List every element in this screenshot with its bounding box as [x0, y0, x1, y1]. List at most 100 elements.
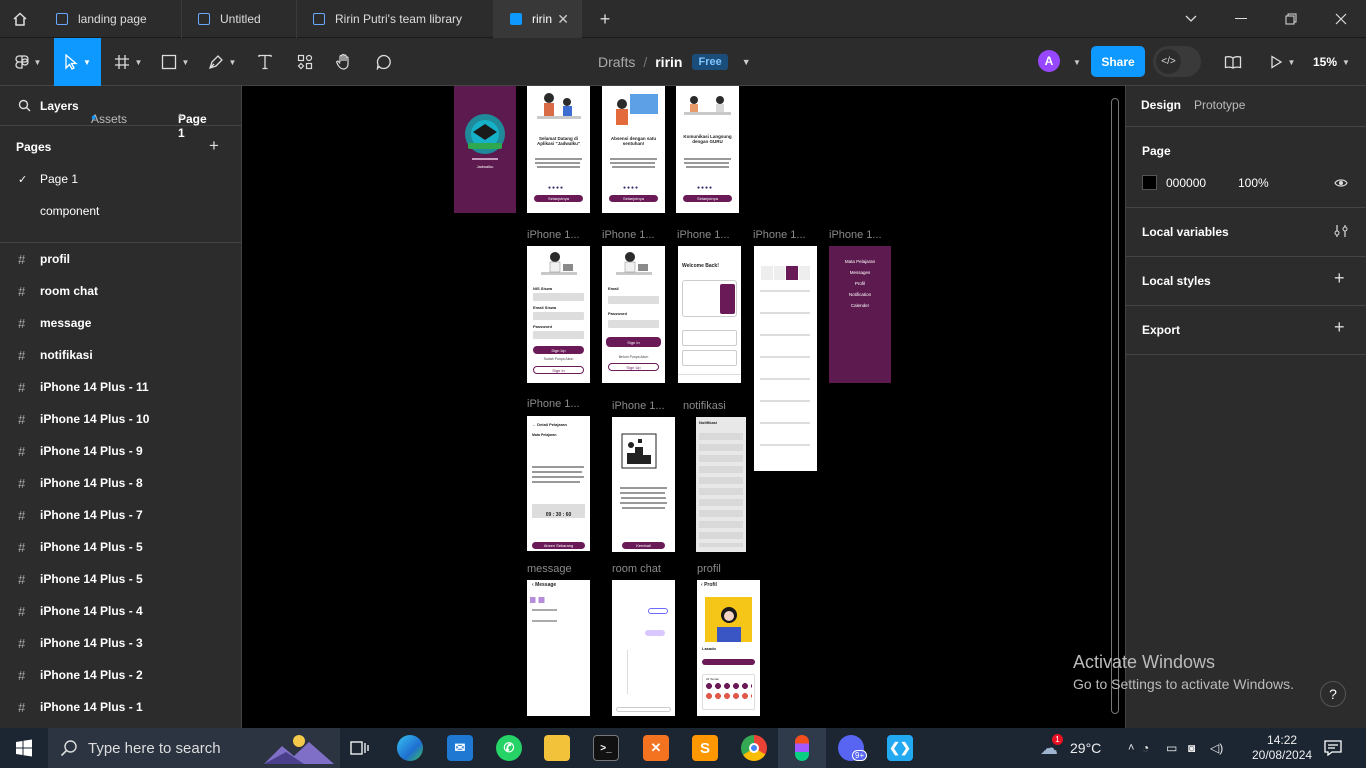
- frame-label[interactable]: room chat: [612, 563, 661, 575]
- message-header[interactable]: ‹ Message: [532, 582, 556, 588]
- help-button[interactable]: ?: [1320, 681, 1346, 707]
- local-styles-title[interactable]: Local styles: [1142, 274, 1211, 288]
- terminal-app[interactable]: >_: [582, 728, 630, 768]
- email-input[interactable]: [608, 296, 659, 304]
- layer-item[interactable]: # profil: [0, 243, 241, 275]
- password-input[interactable]: [533, 331, 584, 339]
- page-color-hex[interactable]: 000000: [1166, 176, 1206, 190]
- signup-frame[interactable]: NIS Siswa Email Siswa Password Sign Up S…: [527, 246, 590, 383]
- chevron-up-icon[interactable]: ˄: [1128, 742, 1142, 754]
- profile-header[interactable]: ‹ Profil: [701, 582, 717, 588]
- layer-item[interactable]: # iPhone 14 Plus - 3: [0, 627, 241, 659]
- onboarding-frame-1[interactable]: Selamat Datang di Aplikasi "Jadwalku" ●●…: [527, 86, 590, 213]
- chevron-down-icon[interactable]: ▼: [742, 57, 751, 67]
- notification-list[interactable]: [699, 429, 743, 547]
- list-item[interactable]: [682, 330, 737, 346]
- whatsapp-app[interactable]: ✆: [485, 728, 533, 768]
- page-opacity[interactable]: 100%: [1238, 176, 1269, 190]
- notifications-frame[interactable]: Notifikasi: [696, 417, 746, 552]
- library-button[interactable]: [1218, 38, 1248, 86]
- breadcrumb-drafts[interactable]: Drafts: [598, 54, 635, 70]
- message-frame[interactable]: ‹ Message: [527, 580, 590, 716]
- hand-tool-button[interactable]: [329, 38, 359, 86]
- frame-label[interactable]: profil: [697, 563, 721, 575]
- pen-tool-button[interactable]: ▼: [202, 38, 242, 86]
- resources-tool-button[interactable]: [290, 38, 320, 86]
- comment-tool-button[interactable]: [369, 38, 399, 86]
- weather-widget[interactable]: ☁ 1 29°C: [1040, 728, 1101, 768]
- new-tab-button[interactable]: +: [595, 0, 615, 38]
- back-title[interactable]: ← Detail Pelajaran: [532, 422, 567, 427]
- story-strip[interactable]: [530, 597, 587, 603]
- task-view-button[interactable]: [336, 728, 384, 768]
- signin-button[interactable]: Sign In: [533, 366, 584, 374]
- sublime-app[interactable]: S: [681, 728, 729, 768]
- date-cell[interactable]: [798, 266, 810, 280]
- close-tab-icon[interactable]: ✕: [557, 11, 569, 28]
- tab-ririn[interactable]: ririn ✕: [494, 0, 582, 38]
- chrome-app[interactable]: [730, 728, 778, 768]
- move-tool-button[interactable]: ▼: [54, 38, 101, 86]
- camera-icon[interactable]: ◙: [1188, 741, 1210, 755]
- text-tool-button[interactable]: [250, 38, 280, 86]
- layer-item[interactable]: # iPhone 14 Plus - 5: [0, 531, 241, 563]
- mail-app[interactable]: ✉: [436, 728, 484, 768]
- chat-input[interactable]: [616, 707, 671, 712]
- password-input[interactable]: [608, 320, 659, 328]
- date-cell[interactable]: [786, 266, 798, 280]
- layer-item[interactable]: # iPhone 14 Plus - 1: [0, 691, 241, 723]
- taskbar-search[interactable]: Type here to search: [48, 728, 340, 768]
- edit-profile-button[interactable]: [702, 659, 755, 665]
- menu-item[interactable]: Notification: [829, 292, 891, 297]
- menu-item[interactable]: Mata Pelajaran: [829, 259, 891, 264]
- vscode-app[interactable]: ❮❯: [876, 728, 924, 768]
- frame-label[interactable]: iPhone 1...: [527, 398, 580, 410]
- shape-tool-button[interactable]: ▼: [155, 38, 195, 86]
- notification-center-button[interactable]: [1324, 728, 1342, 768]
- date-strip[interactable]: [761, 266, 810, 280]
- start-button[interactable]: [0, 728, 48, 768]
- minimize-button[interactable]: [1216, 0, 1266, 38]
- menu-item[interactable]: Messages: [829, 270, 891, 275]
- tab-design[interactable]: Design: [1141, 98, 1181, 112]
- attend-button[interactable]: Absen Sekarang: [532, 542, 585, 549]
- onboarding-frame-3[interactable]: Komunikasi Langsung dengan GURU ●●●● Sel…: [676, 86, 739, 213]
- menu-frame[interactable]: Mata Pelajaran Messages Profil Notificat…: [829, 246, 891, 383]
- figma-app[interactable]: [778, 728, 826, 768]
- dev-mode-toggle[interactable]: </>: [1153, 46, 1201, 77]
- date-cell[interactable]: [761, 266, 773, 280]
- close-window-button[interactable]: [1316, 0, 1366, 38]
- battery-icon[interactable]: ▭: [1166, 741, 1188, 755]
- network-icon[interactable]: ◔: [1142, 741, 1166, 755]
- xampp-app[interactable]: ✕: [632, 728, 680, 768]
- main-menu-button[interactable]: ▼: [8, 38, 48, 86]
- layer-item[interactable]: # room chat: [0, 275, 241, 307]
- layer-item[interactable]: # iPhone 14 Plus - 7: [0, 499, 241, 531]
- present-button[interactable]: ▼: [1262, 38, 1302, 86]
- tab-untitled[interactable]: Untitled: [182, 0, 297, 38]
- eye-icon[interactable]: [1334, 176, 1348, 194]
- friends-card[interactable]: 24 Teman: [702, 674, 755, 710]
- layer-item[interactable]: # iPhone 14 Plus - 11: [0, 371, 241, 403]
- tab-team-library[interactable]: Ririn Putri's team library: [297, 0, 494, 38]
- local-variables-title[interactable]: Local variables: [1142, 225, 1229, 239]
- page-item-page-1[interactable]: ✓ Page 1: [0, 163, 241, 195]
- layer-item[interactable]: # iPhone 14 Plus - 4: [0, 595, 241, 627]
- layer-item[interactable]: # iPhone 14 Plus - 2: [0, 659, 241, 691]
- onboarding-frame-2[interactable]: Absensi dengan satu sentuhan! ●●●● Selan…: [602, 86, 665, 213]
- home-frame[interactable]: Welcome Back!: [678, 246, 741, 383]
- layer-item[interactable]: # iPhone 14 Plus - 8: [0, 467, 241, 499]
- search-icon[interactable]: [18, 99, 31, 115]
- next-button[interactable]: Selanjutnya: [609, 195, 658, 202]
- date-cell[interactable]: [773, 266, 785, 280]
- plan-badge[interactable]: Free: [692, 54, 728, 70]
- splash-frame[interactable]: Jadwalku: [454, 86, 516, 213]
- layer-item[interactable]: # notifikasi: [0, 339, 241, 371]
- avatar[interactable]: A: [1038, 50, 1060, 72]
- zoom-menu[interactable]: 15% ▼: [1313, 38, 1350, 86]
- nis-input[interactable]: [533, 293, 584, 301]
- menu-item[interactable]: Profil: [829, 281, 891, 286]
- menu-item[interactable]: Calender: [829, 303, 891, 308]
- room-chat-frame[interactable]: [612, 580, 675, 716]
- schedule-frame[interactable]: [754, 246, 817, 471]
